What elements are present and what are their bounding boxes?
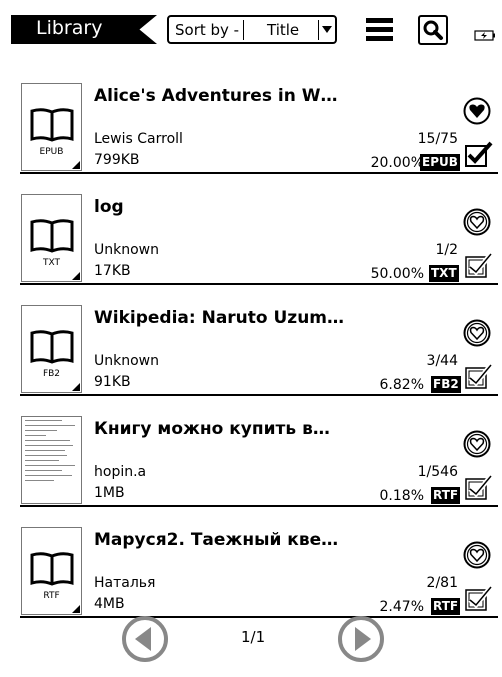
book-title[interactable]: Wikipedia: Naruto Uzum…: [94, 308, 344, 328]
book-pages: 1/546: [417, 464, 458, 480]
book-author: Unknown: [94, 242, 159, 258]
book-cover[interactable]: EPUB: [21, 83, 82, 171]
sort-divider: [243, 20, 244, 40]
previous-page-button[interactable]: [121, 615, 169, 663]
book-row[interactable]: TXT log Unknown 17KB 1/2 50.00% TXT: [0, 173, 502, 285]
book-title[interactable]: log: [94, 197, 124, 217]
book-size: 17KB: [94, 263, 131, 279]
book-icon: [30, 108, 74, 142]
cover-format-label: RTF: [43, 591, 60, 601]
sort-dropdown[interactable]: Sort by - Title: [167, 15, 337, 44]
book-title[interactable]: Книгу можно купить в…: [94, 419, 330, 439]
cover-format-label: FB2: [42, 369, 61, 379]
cover-format-label: EPUB: [39, 147, 64, 157]
search-icon: [423, 20, 443, 40]
book-pages: 15/75: [417, 131, 458, 147]
top-bar: Library Sort by - Title: [0, 0, 502, 62]
format-badge: EPUB: [420, 154, 460, 171]
book-row[interactable]: Книгу можно купить в… hopin.a 1MB 1/546 0.18…: [0, 395, 502, 507]
book-cover[interactable]: FB2: [21, 305, 82, 393]
book-pages: 2/81: [426, 575, 458, 591]
cover-corner-icon: [72, 383, 80, 391]
book-size: 91KB: [94, 374, 131, 390]
cover-text-preview: [25, 420, 78, 485]
book-pages: 3/44: [426, 353, 458, 369]
book-cover[interactable]: [21, 416, 82, 504]
book-title[interactable]: Alice's Adventures in W…: [94, 86, 337, 106]
book-size: 799KB: [94, 152, 140, 168]
checkbox-icon[interactable]: [465, 585, 493, 611]
book-author: Наталья: [94, 575, 156, 591]
favorite-filled-icon[interactable]: [462, 96, 492, 126]
sort-label: Sort by -: [175, 21, 240, 39]
menu-icon[interactable]: [366, 18, 393, 42]
book-progress: 50.00%: [370, 266, 424, 282]
sort-value: Title: [267, 21, 300, 39]
library-label: Library: [36, 17, 103, 39]
favorite-outline-icon[interactable]: [462, 318, 492, 348]
sort-arrow-divider: [318, 20, 319, 40]
format-badge: TXT: [429, 265, 459, 282]
book-row[interactable]: FB2 Wikipedia: Naruto Uzum… Unknown 91KB 3/4…: [0, 284, 502, 396]
book-row[interactable]: RTF Маруся2. Таежный кве… Наталья 4MB 2/81 2.…: [0, 506, 502, 618]
search-button[interactable]: [418, 15, 448, 45]
book-author: Unknown: [94, 353, 159, 369]
book-size: 1MB: [94, 485, 125, 501]
favorite-outline-icon[interactable]: [462, 207, 492, 237]
favorite-outline-icon[interactable]: [462, 540, 492, 570]
checkbox-icon[interactable]: [465, 363, 493, 389]
book-icon: [30, 330, 74, 364]
checkbox-icon[interactable]: [465, 474, 493, 500]
book-progress: 0.18%: [379, 488, 424, 504]
book-title[interactable]: Маруся2. Таежный кве…: [94, 530, 338, 550]
book-icon: [30, 219, 74, 253]
book-icon: [30, 552, 74, 586]
page-indicator: 1/1: [241, 628, 266, 646]
book-pages: 1/2: [435, 242, 458, 258]
favorite-outline-icon[interactable]: [462, 429, 492, 459]
book-author: Lewis Carroll: [94, 131, 183, 147]
cover-corner-icon: [72, 161, 80, 169]
book-progress: 20.00%: [370, 155, 424, 171]
book-cover[interactable]: RTF: [21, 527, 82, 615]
book-author: hopin.a: [94, 464, 147, 480]
book-cover[interactable]: TXT: [21, 194, 82, 282]
battery-icon: [474, 30, 495, 41]
checkbox-checked-icon[interactable]: [465, 141, 493, 167]
book-progress: 6.82%: [379, 377, 424, 393]
library-tab[interactable]: Library: [11, 15, 157, 44]
pager: 1/1: [0, 610, 502, 670]
cover-format-label: TXT: [42, 258, 60, 268]
book-row[interactable]: EPUB Alice's Adventures in W… Lewis Carrol…: [0, 62, 502, 174]
chevron-down-icon: [322, 26, 332, 33]
format-badge: FB2: [431, 376, 461, 393]
format-badge: RTF: [431, 487, 461, 504]
next-page-button[interactable]: [337, 615, 385, 663]
checkbox-icon[interactable]: [465, 252, 493, 278]
cover-corner-icon: [72, 272, 80, 280]
